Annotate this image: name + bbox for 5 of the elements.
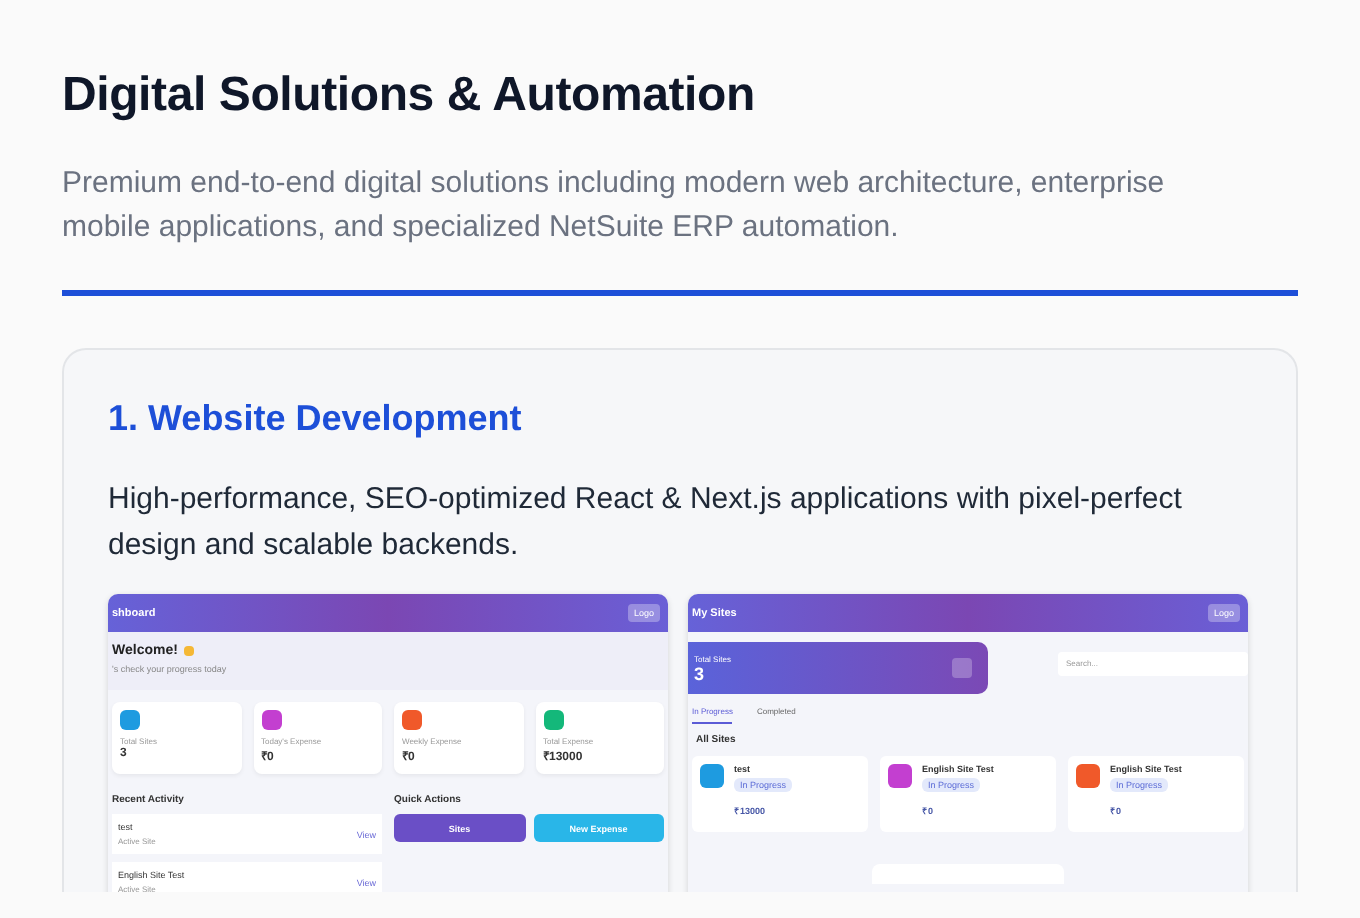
page-description: Premium end-to-end digital solutions including modern web architecture, enterprise mobile applications, and specialized NetSuite ERP automation. <box>62 164 1167 248</box>
section-description: High-performance, SEO-optimized React & Next.js applications with pixel-perfect design and scalable backends. <box>108 480 1184 566</box>
section-title: 1. Website Development <box>108 398 524 440</box>
total-value: 3 <box>694 663 707 683</box>
page-title: Digital Solutions & Automation <box>62 68 757 124</box>
